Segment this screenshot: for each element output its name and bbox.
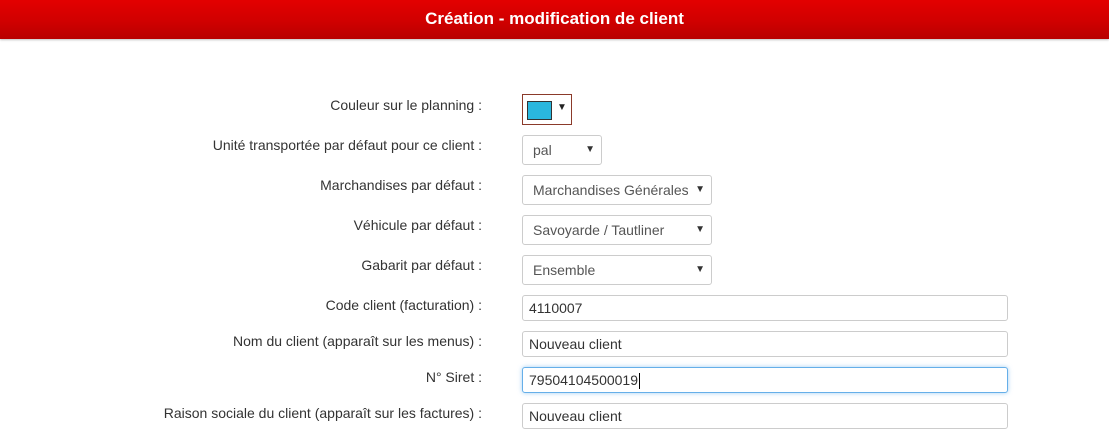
company-name-input[interactable]: Nouveau client xyxy=(522,403,1008,429)
client-name-value: Nouveau client xyxy=(529,336,622,352)
default-unit-value: pal xyxy=(533,142,552,158)
chevron-down-icon: ▼ xyxy=(695,264,705,275)
default-vehicle-select[interactable]: Savoyarde / Tautliner ▼ xyxy=(522,215,712,245)
client-code-input[interactable]: 4110007 xyxy=(522,295,1008,321)
default-vehicle-label: Véhicule par défaut : xyxy=(353,217,482,233)
client-code-value: 4110007 xyxy=(529,300,583,316)
chevron-down-icon: ▼ xyxy=(695,224,705,235)
default-unit-select[interactable]: pal ▼ xyxy=(522,135,602,165)
siret-input[interactable]: 79504104500019 xyxy=(522,367,1008,393)
client-code-label: Code client (facturation) : xyxy=(325,297,482,313)
company-name-value: Nouveau client xyxy=(529,408,622,424)
default-unit-label: Unité transportée par défaut pour ce cli… xyxy=(212,137,482,153)
color-swatch xyxy=(527,101,552,120)
default-gauge-select[interactable]: Ensemble ▼ xyxy=(522,255,712,285)
default-gauge-value: Ensemble xyxy=(533,262,596,278)
default-vehicle-value: Savoyarde / Tautliner xyxy=(533,222,665,238)
page-title: Création - modification de client xyxy=(425,9,684,28)
client-name-label: Nom du client (apparaît sur les menus) : xyxy=(233,333,482,349)
text-caret xyxy=(639,373,641,390)
default-goods-value: Marchandises Générales xyxy=(533,182,688,198)
default-goods-label: Marchandises par défaut : xyxy=(320,177,482,193)
default-gauge-label: Gabarit par défaut : xyxy=(361,257,482,273)
page-header: Création - modification de client xyxy=(0,0,1109,39)
planning-color-picker[interactable]: ▼ xyxy=(522,94,572,125)
dropdown-triangle-icon: ▼ xyxy=(557,102,567,113)
planning-color-label: Couleur sur le planning : xyxy=(330,97,482,113)
chevron-down-icon: ▼ xyxy=(585,144,595,155)
client-name-input[interactable]: Nouveau client xyxy=(522,331,1008,357)
company-name-label: Raison sociale du client (apparaît sur l… xyxy=(163,405,482,421)
chevron-down-icon: ▼ xyxy=(695,184,705,195)
siret-value: 79504104500019 xyxy=(529,372,639,388)
siret-label: N° Siret : xyxy=(425,369,482,385)
default-goods-select[interactable]: Marchandises Générales ▼ xyxy=(522,175,712,205)
